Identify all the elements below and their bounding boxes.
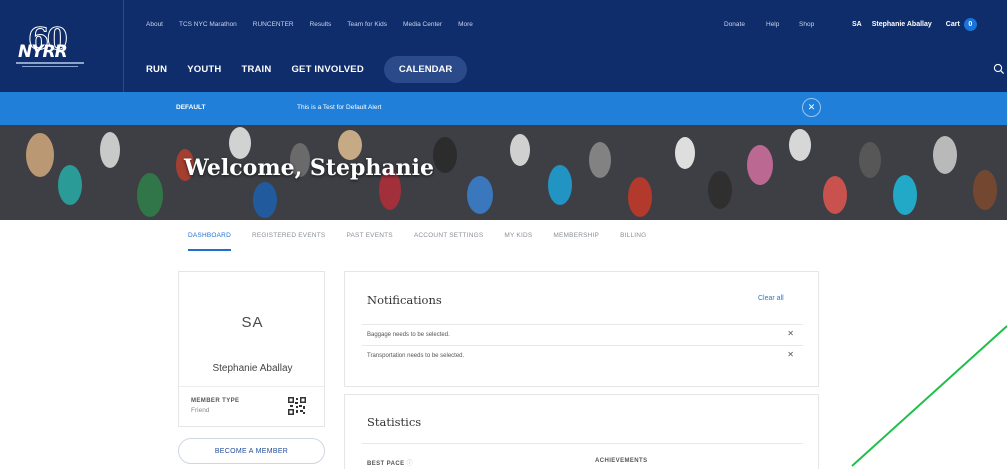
hero-banner: Welcome, Stephanie <box>0 125 1007 220</box>
avatar: SA <box>241 314 264 331</box>
top-nav-team-for-kids[interactable]: Team for Kids <box>347 21 387 28</box>
main-nav-calendar[interactable]: CALENDAR <box>383 55 468 83</box>
tab-registered-events[interactable]: REGISTERED EVENTS <box>252 229 325 251</box>
notifications-title: Notifications <box>367 293 442 307</box>
main-nav-youth[interactable]: YOUTH <box>187 64 221 75</box>
tab-billing[interactable]: BILLING <box>620 229 646 251</box>
main-nav-run[interactable]: RUN <box>146 64 167 75</box>
search-icon[interactable] <box>993 63 1005 75</box>
notification-item: Baggage needs to be selected. ✕ <box>362 324 803 344</box>
clear-all-link[interactable]: Clear all <box>758 295 784 302</box>
tab-past-events[interactable]: PAST EVENTS <box>346 229 392 251</box>
logo-rule-small <box>22 66 78 67</box>
account-tabs: DASHBOARD REGISTERED EVENTS PAST EVENTS … <box>188 229 667 251</box>
welcome-heading: Welcome, Stephanie <box>184 155 434 181</box>
notification-item: Transportation needs to be selected. ✕ <box>362 345 803 365</box>
statistics-card: Statistics BEST PACE ⓘ ACHIEVEMENTS <box>344 394 819 469</box>
become-member-button[interactable]: BECOME A MEMBER <box>178 438 325 464</box>
top-nav-runcenter[interactable]: RUNCENTER <box>253 21 294 28</box>
header-divider <box>123 0 124 92</box>
achievements-label: ACHIEVEMENTS <box>595 458 648 464</box>
dismiss-icon[interactable]: ✕ <box>787 350 794 359</box>
member-type-card: MEMBER TYPE Friend <box>178 386 325 427</box>
page: 60 NYRR About TCS NYC Marathon RUNCENTER… <box>0 0 1007 469</box>
top-nav-shop-wrap: Shop <box>799 14 814 34</box>
logo-text: NYRR <box>18 42 68 62</box>
info-icon[interactable]: ⓘ <box>407 461 413 467</box>
member-type-label: MEMBER TYPE <box>191 398 240 404</box>
alert-label: DEFAULT <box>176 104 206 111</box>
top-nav-results[interactable]: Results <box>310 21 332 28</box>
tab-dashboard[interactable]: DASHBOARD <box>188 229 231 251</box>
statistics-title: Statistics <box>367 415 422 429</box>
top-nav-help-wrap: Help <box>766 14 779 34</box>
tab-membership[interactable]: MEMBERSHIP <box>553 229 599 251</box>
profile-name: Stephanie Aballay <box>212 363 293 374</box>
cart-link[interactable]: Cart <box>946 21 960 28</box>
user-menu[interactable]: Stephanie Aballay <box>872 21 932 28</box>
notification-text: Transportation needs to be selected. <box>367 353 465 359</box>
notifications-card: Notifications Clear all Baggage needs to… <box>344 271 819 387</box>
alert-message: This is a Test for Default Alert <box>297 104 382 111</box>
member-type-value: Friend <box>191 407 210 414</box>
top-nav-donate[interactable]: Donate <box>724 21 745 28</box>
main-nav-train[interactable]: TRAIN <box>241 64 271 75</box>
top-nav-marathon[interactable]: TCS NYC Marathon <box>179 21 237 28</box>
top-nav-media-center[interactable]: Media Center <box>403 21 442 28</box>
qr-code-icon[interactable] <box>288 397 306 415</box>
notification-text: Baggage needs to be selected. <box>367 332 450 338</box>
user-area: SA Stephanie Aballay Cart 0 <box>852 14 977 34</box>
alert-bar: DEFAULT This is a Test for Default Alert… <box>0 92 1007 125</box>
logo-rule <box>16 62 84 64</box>
site-header: 60 NYRR About TCS NYC Marathon RUNCENTER… <box>0 0 1007 92</box>
nyrr-logo[interactable]: 60 NYRR <box>14 22 86 68</box>
top-nav: About TCS NYC Marathon RUNCENTER Results… <box>146 14 489 34</box>
top-nav-more[interactable]: More <box>458 21 473 28</box>
tab-my-kids[interactable]: MY KIDS <box>504 229 532 251</box>
statistics-divider <box>362 443 803 444</box>
dismiss-icon[interactable]: ✕ <box>787 329 794 338</box>
top-nav-shop[interactable]: Shop <box>799 21 814 28</box>
hero-runners-image <box>0 125 1007 220</box>
top-nav-about[interactable]: About <box>146 21 163 28</box>
tab-account-settings[interactable]: ACCOUNT SETTINGS <box>414 229 484 251</box>
best-pace-label: BEST PACE ⓘ <box>367 461 413 467</box>
cart-count-badge[interactable]: 0 <box>963 17 977 31</box>
profile-card: SA Stephanie Aballay <box>178 271 325 387</box>
user-initials[interactable]: SA <box>852 21 862 28</box>
main-nav: RUN YOUTH TRAIN GET INVOLVED CALENDAR <box>146 55 468 83</box>
top-nav-donate-wrap: Donate <box>724 14 745 34</box>
close-icon[interactable]: ✕ <box>802 98 821 117</box>
top-nav-help[interactable]: Help <box>766 21 779 28</box>
main-nav-get-involved[interactable]: GET INVOLVED <box>291 64 363 75</box>
